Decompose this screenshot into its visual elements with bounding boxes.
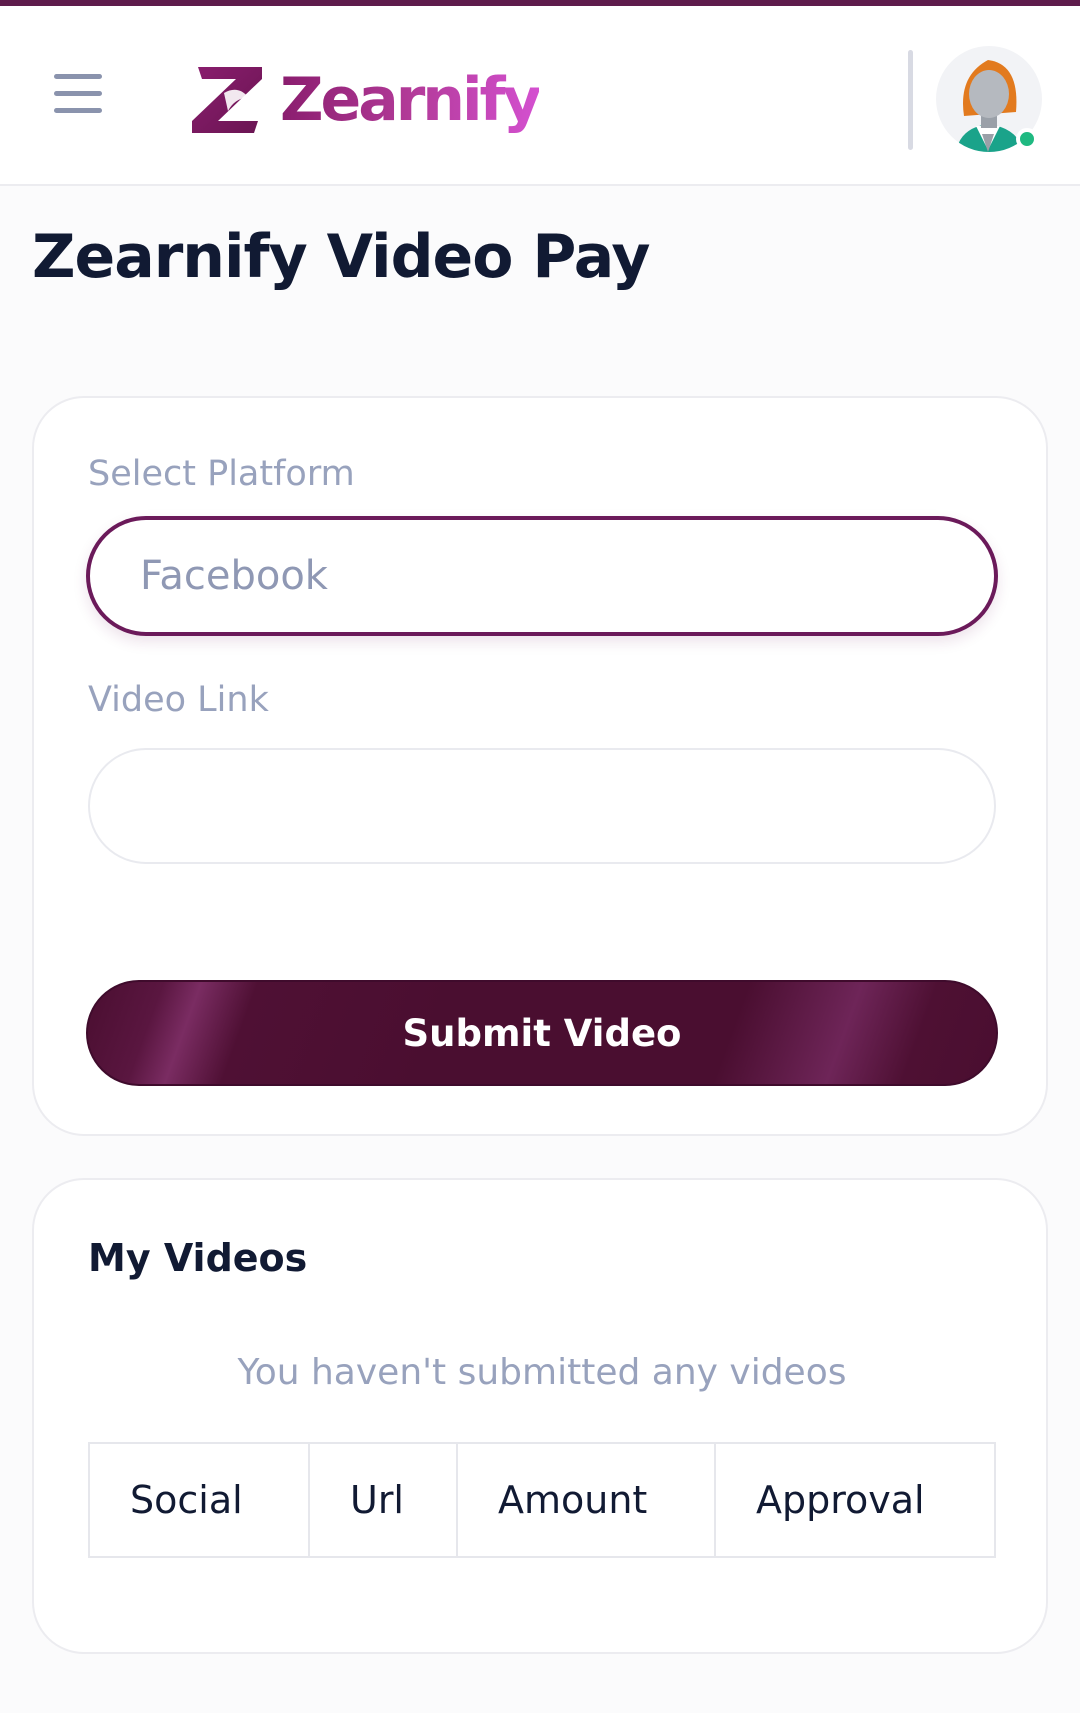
app-header: Zearnify [0, 6, 1080, 186]
column-header-amount: Amount [456, 1442, 716, 1558]
zearnify-logo-mark-icon [192, 67, 262, 133]
video-link-input[interactable] [88, 748, 996, 864]
platform-select[interactable]: Facebook [86, 516, 998, 636]
videos-table: Social Url Amount Approval [88, 1442, 996, 1558]
online-status-dot [1016, 128, 1038, 150]
logo-text: Zearnify [280, 65, 542, 135]
brand-logo[interactable]: Zearnify [188, 58, 542, 142]
my-videos-card: My Videos You haven't submitted any vide… [32, 1178, 1048, 1654]
video-link-label: Video Link [88, 680, 269, 720]
submit-video-button[interactable]: Submit Video [86, 980, 998, 1086]
table-header-row: Social Url Amount Approval [88, 1442, 996, 1558]
my-videos-title: My Videos [88, 1236, 308, 1280]
column-header-social: Social [88, 1442, 310, 1558]
video-submit-card: Select Platform Facebook Video Link Subm… [32, 396, 1048, 1136]
header-divider [908, 50, 913, 150]
empty-state-message: You haven't submitted any videos [237, 1352, 847, 1393]
platform-select-value: Facebook [140, 553, 328, 599]
platform-label: Select Platform [88, 454, 355, 494]
hamburger-menu-icon[interactable] [54, 74, 102, 116]
column-header-url: Url [308, 1442, 458, 1558]
page-title: Zearnify Video Pay [32, 222, 650, 292]
column-header-approval: Approval [714, 1442, 996, 1558]
